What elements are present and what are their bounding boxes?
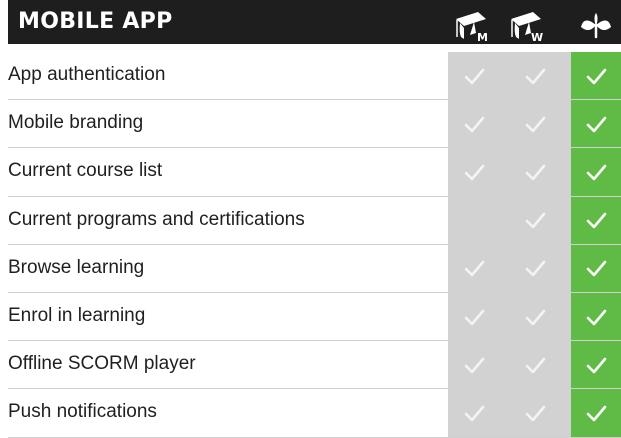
cell-w [499,52,571,100]
svg-text:M: M [477,31,488,43]
table-row: Current course list [8,148,621,197]
cell-p [571,244,621,292]
cell-p [571,341,621,389]
cell-w [499,341,571,389]
svg-text:W: W [531,31,543,43]
feature-label: Current course list [8,160,163,182]
cell-m [448,341,499,389]
cell-w [499,244,571,292]
feature-label: Current programs and certifications [8,208,305,230]
table-row: Browse learning [8,244,621,293]
cell-m [448,100,499,148]
cell-m [448,196,499,244]
graduation-cap-w-icon: W [505,7,553,44]
cell-m [448,292,499,341]
cell-p [571,52,621,100]
cell-p [571,389,621,437]
feature-label: Browse learning [8,256,145,278]
cell-m [448,389,499,437]
cell-m [448,148,499,196]
feature-comparison-table: App authentication Mobile branding Current… [8,52,621,438]
cell-w [499,292,571,341]
cell-p [571,100,621,148]
sprout-icon [571,7,621,43]
cell-w [499,389,571,437]
cell-w [499,100,571,148]
feature-label: Enrol in learning [8,304,146,326]
table-row: Push notifications [8,389,621,438]
feature-label: Push notifications [8,401,157,423]
cell-p [571,292,621,341]
table-row: Enrol in learning [8,292,621,342]
graduation-cap-m-icon: M [448,7,496,44]
feature-label: Offline SCORM player [8,353,196,375]
cell-p [571,196,621,244]
cell-w [499,196,571,244]
table-row: Offline SCORM player [8,341,621,390]
table-row: Mobile branding [8,100,621,149]
table-header: MOBILE APP M W [8,0,621,44]
cell-m [448,52,499,100]
table-row: Current programs and certifications [8,196,621,245]
cell-m [448,244,499,292]
page-title: MOBILE APP [18,9,173,34]
cell-p [571,148,621,196]
table-row: App authentication [8,52,621,101]
feature-label: App authentication [8,64,166,85]
cell-w [499,148,571,196]
feature-label: Mobile branding [8,112,144,134]
